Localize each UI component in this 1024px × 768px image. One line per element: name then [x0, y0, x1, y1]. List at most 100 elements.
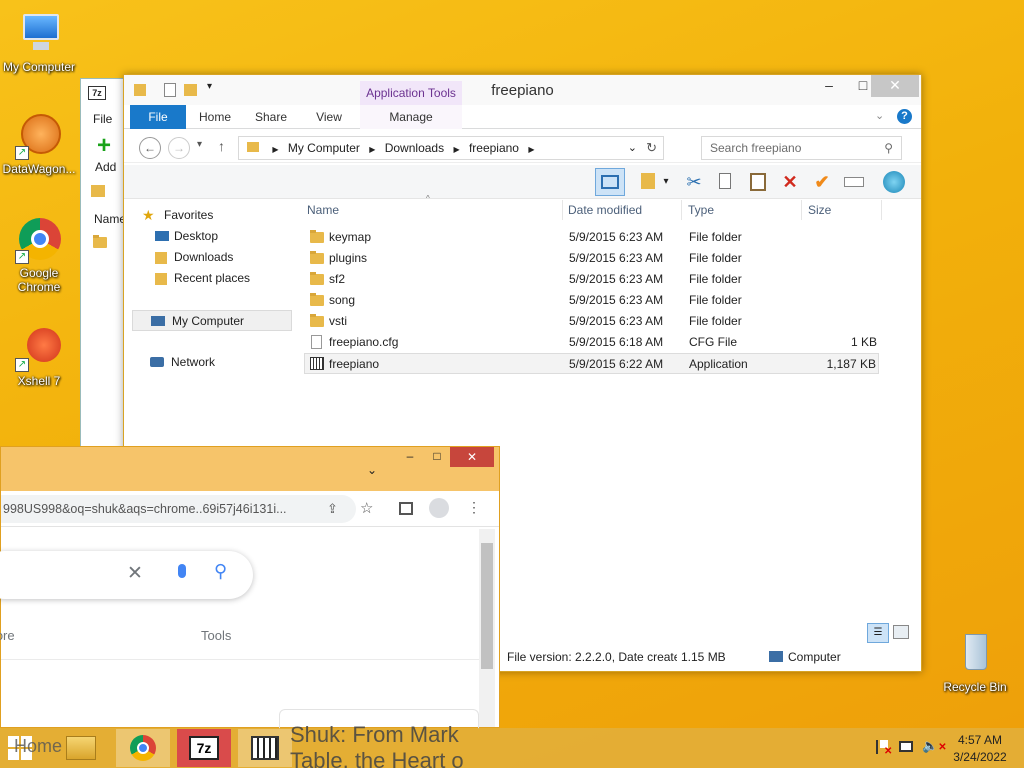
refresh-icon[interactable]: ↻ — [646, 137, 657, 159]
up-button[interactable]: ↑ — [218, 138, 225, 154]
nav-network[interactable]: Network — [132, 352, 292, 373]
desktop-icon-datawagon[interactable]: ↗ DataWagon... — [1, 112, 77, 176]
network-icon[interactable] — [899, 741, 913, 752]
microphone-icon[interactable] — [178, 564, 186, 578]
search-icon[interactable]: ⚲ — [214, 561, 227, 582]
menu-kebab-icon[interactable]: ⋮ — [467, 499, 481, 516]
downloads-icon — [155, 252, 167, 264]
column-date-modified[interactable]: Date modified — [568, 200, 682, 220]
name-column-header[interactable]: Name — [94, 212, 126, 226]
profile-avatar-icon[interactable] — [429, 498, 449, 518]
minimize-button[interactable]: – — [812, 75, 846, 97]
back-button[interactable]: ← — [139, 137, 161, 159]
side-panel-icon[interactable] — [399, 502, 413, 515]
copy-icon[interactable] — [713, 169, 739, 195]
tab-share[interactable]: Share — [246, 105, 296, 129]
breadcrumb-sep-icon[interactable]: ▶ — [453, 145, 459, 154]
clear-icon[interactable]: ✕ — [127, 562, 143, 585]
delete-icon[interactable]: ✕ — [777, 169, 803, 195]
file-row[interactable]: plugins 5/9/2015 6:23 AM File folder — [304, 248, 879, 269]
breadcrumb-sep-icon[interactable]: ▶ — [528, 145, 534, 154]
address-bar[interactable]: ▶ My Computer ▶ Downloads ▶ freepiano ▶ … — [238, 136, 664, 160]
taskbar-chrome[interactable] — [116, 729, 170, 767]
recent-locations-icon[interactable]: ▾ — [197, 139, 202, 150]
search-box[interactable]: ✕ ⚲ — [0, 551, 253, 599]
column-type[interactable]: Type — [688, 200, 802, 220]
minimize-button[interactable]: – — [399, 449, 421, 463]
tab-home[interactable]: Home — [190, 105, 240, 129]
freepiano-icon — [251, 736, 279, 760]
search-icon[interactable]: ⚲ — [884, 137, 893, 159]
up-folder-icon[interactable] — [91, 185, 105, 197]
taskbar-7zip[interactable]: 7z — [177, 729, 231, 767]
file-menu[interactable]: File — [93, 112, 112, 126]
desktop-icon-xshell[interactable]: ↗ Xshell 7 — [1, 324, 77, 388]
breadcrumb-downloads[interactable]: Downloads — [385, 141, 444, 155]
scrollbar[interactable] — [479, 529, 495, 727]
chrome-titlebar[interactable]: ⌄ – □ ✕ — [1, 447, 499, 491]
details-view-button[interactable]: ☰ — [867, 623, 889, 643]
column-name[interactable]: Name — [307, 200, 563, 220]
add-icon[interactable]: + — [97, 134, 111, 158]
properties-icon[interactable] — [636, 169, 662, 195]
datawagon-icon: ↗ — [15, 112, 63, 160]
desktop-icon-my-computer[interactable]: My Computer — [1, 10, 77, 74]
desktop-icon-google-chrome[interactable]: ↗ Google Chrome — [1, 216, 77, 294]
share-icon[interactable]: ⇪ — [327, 501, 338, 517]
cut-icon[interactable]: ✂ — [681, 169, 707, 195]
large-icons-view-button[interactable] — [893, 625, 909, 639]
clock-time[interactable]: 4:57 AM — [948, 733, 1012, 747]
file-row[interactable]: vsti 5/9/2015 6:23 AM File folder — [304, 311, 879, 332]
nav-my-computer[interactable]: My Computer — [132, 310, 292, 331]
7zip-icon: 7z — [189, 736, 219, 760]
file-row[interactable]: freepiano 5/9/2015 6:22 AM Application 1,18… — [304, 353, 879, 374]
breadcrumb-my-computer[interactable]: My Computer — [288, 141, 360, 155]
globe-icon[interactable] — [881, 169, 907, 195]
breadcrumb-freepiano[interactable]: freepiano — [469, 141, 519, 155]
tab-view[interactable]: View — [304, 105, 354, 129]
taskbar-freepiano[interactable] — [238, 729, 292, 767]
select-icon[interactable] — [841, 169, 867, 195]
help-icon[interactable]: ? — [897, 109, 912, 124]
desktop-icon-recycle-bin[interactable]: Recycle Bin — [937, 630, 1013, 694]
action-center-flag-icon[interactable]: ✕ — [876, 740, 892, 757]
close-button[interactable]: ✕ — [871, 75, 919, 97]
file-row[interactable]: song 5/9/2015 6:23 AM File folder — [304, 290, 879, 311]
chrome-toolbar: 998US998&oq=shuk&aqs=chrome..69i57j46i13… — [1, 491, 499, 527]
nav-desktop[interactable]: Desktop — [132, 226, 292, 247]
nav-downloads[interactable]: Downloads — [132, 247, 292, 268]
ribbon-collapse-icon[interactable]: ⌄ — [875, 109, 884, 122]
7zip-icon: 7z — [88, 86, 106, 100]
nav-recent-places[interactable]: Recent places — [132, 268, 292, 289]
maximize-button[interactable]: □ — [426, 449, 448, 463]
more-tab[interactable]: More — [0, 628, 15, 643]
breadcrumb-sep-icon[interactable]: ▶ — [272, 145, 278, 154]
search-input[interactable]: Search freepiano ⚲ — [701, 136, 902, 160]
column-size[interactable]: Size — [808, 200, 882, 220]
volume-muted-icon[interactable]: 🔈✕ — [922, 738, 947, 754]
address-dropdown-icon[interactable]: ⌄ — [628, 137, 637, 159]
rename-icon[interactable]: ✔ — [809, 169, 835, 195]
application-icon — [310, 357, 324, 370]
tab-search-icon[interactable]: ⌄ — [367, 463, 377, 477]
dropdown-icon[interactable]: ▾ — [660, 169, 672, 195]
file-row[interactable]: keymap 5/9/2015 6:23 AM File folder — [304, 227, 879, 248]
preview-pane-icon[interactable] — [595, 168, 625, 196]
clock-date[interactable]: 3/24/2022 — [948, 750, 1012, 764]
breadcrumb-sep-icon[interactable]: ▶ — [369, 145, 375, 154]
nav-favorites[interactable]: ★ Favorites — [132, 205, 292, 226]
file-row[interactable]: sf2 5/9/2015 6:23 AM File folder — [304, 269, 879, 290]
scrollbar-thumb[interactable] — [481, 543, 493, 669]
close-button[interactable]: ✕ — [450, 447, 494, 467]
file-row[interactable]: freepiano.cfg 5/9/2015 6:18 AM CFG File 1 K… — [304, 332, 879, 353]
tab-file[interactable]: File — [130, 105, 186, 129]
chrome-window[interactable]: ⌄ – □ ✕ 998US998&oq=shuk&aqs=chrome..69i… — [0, 446, 500, 729]
title-bar[interactable]: ▾ Application Tools freepiano – □ ✕ — [124, 75, 921, 105]
taskbar-file-explorer[interactable] — [54, 729, 108, 767]
tab-manage[interactable]: Manage — [360, 105, 462, 129]
url-bar[interactable]: 998US998&oq=shuk&aqs=chrome..69i57j46i13… — [1, 495, 356, 523]
bookmark-star-icon[interactable]: ☆ — [360, 499, 373, 517]
forward-button[interactable]: → — [168, 137, 190, 159]
tools-button[interactable]: Tools — [201, 628, 231, 643]
paste-icon[interactable] — [745, 169, 771, 195]
